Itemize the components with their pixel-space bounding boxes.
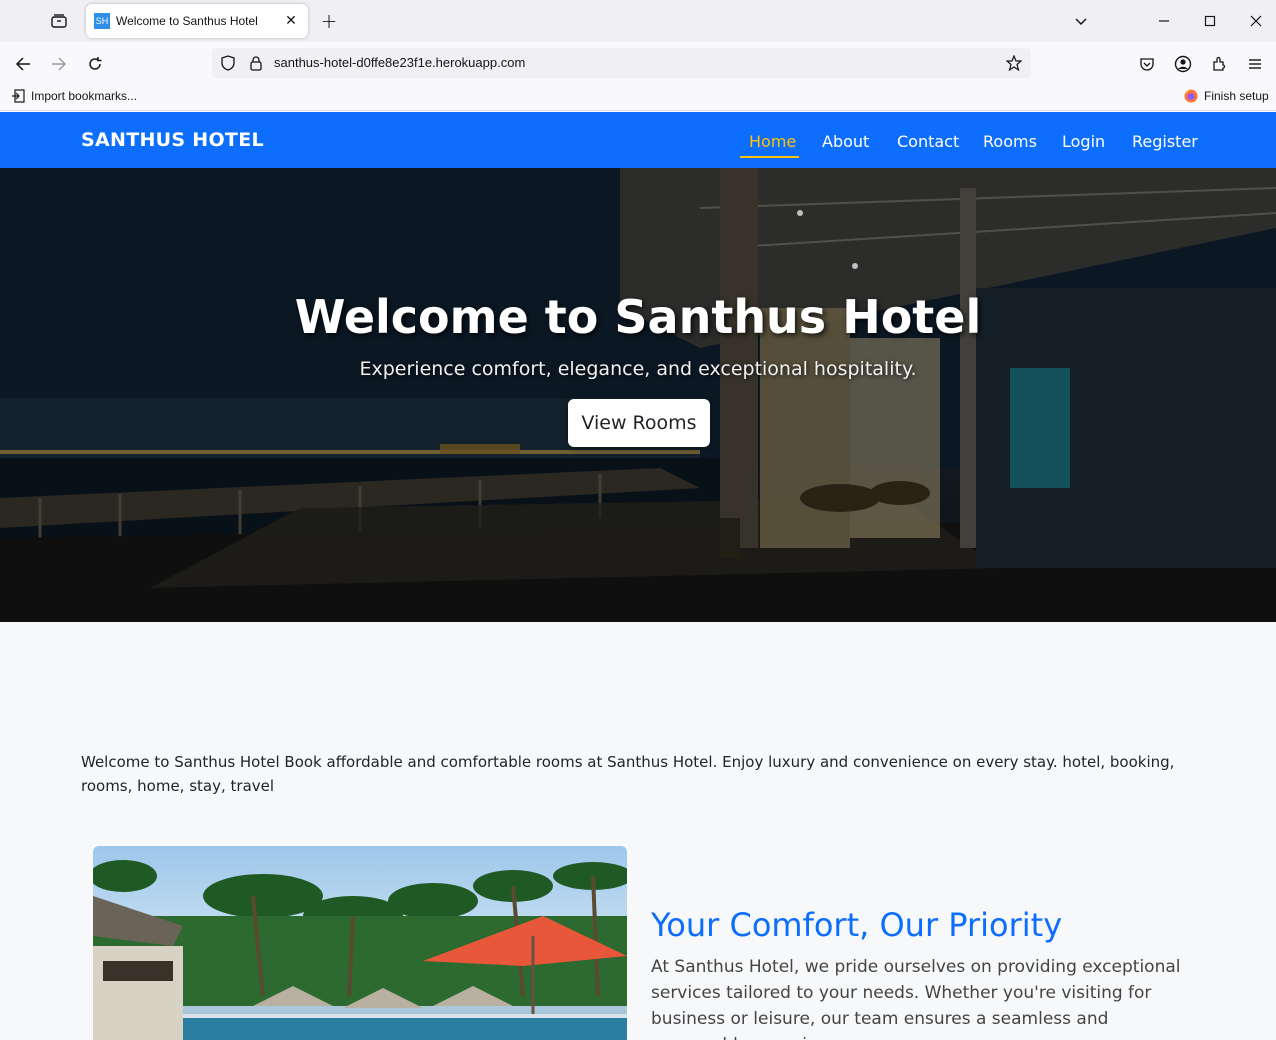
bookmark-star-icon[interactable] xyxy=(1006,55,1022,71)
close-window-icon[interactable] xyxy=(1241,6,1271,36)
tab-close-icon[interactable]: ✕ xyxy=(282,12,300,30)
maximize-icon[interactable] xyxy=(1195,6,1225,36)
hero-subtitle: Experience comfort, elegance, and except… xyxy=(359,358,917,380)
nav-link-rooms[interactable]: Rooms xyxy=(983,132,1037,151)
resort-photo xyxy=(93,846,627,1040)
url-bar[interactable]: santhus-hotel-d0ffe8e23f1e.herokuapp.com xyxy=(212,48,1031,78)
pocket-icon[interactable] xyxy=(1137,54,1157,74)
menu-hamburger-icon[interactable] xyxy=(1245,54,1265,74)
forward-icon[interactable] xyxy=(45,50,73,78)
nav-link-register[interactable]: Register xyxy=(1132,132,1198,151)
bookmarks-bar: Import bookmarks... Finish setup xyxy=(0,84,1276,111)
lock-icon[interactable] xyxy=(248,55,264,71)
url-text[interactable]: santhus-hotel-d0ffe8e23f1e.herokuapp.com xyxy=(274,55,525,70)
nav-link-home[interactable]: Home xyxy=(749,132,796,151)
hero-banner: Welcome to Santhus Hotel Experience comf… xyxy=(0,168,1276,622)
back-icon[interactable] xyxy=(9,50,37,78)
finish-setup-label: Finish setup xyxy=(1204,89,1269,103)
nav-link-login[interactable]: Login xyxy=(1062,132,1105,151)
extensions-icon[interactable] xyxy=(1209,54,1229,74)
import-bookmarks-link[interactable]: Import bookmarks... xyxy=(11,89,137,103)
site-navbar: SANTHUS HOTEL Home About Contact Rooms L… xyxy=(0,112,1276,168)
site-brand[interactable]: SANTHUS HOTEL xyxy=(81,129,264,151)
active-nav-indicator xyxy=(740,156,799,158)
site-favicon-icon: SH xyxy=(94,13,110,29)
firefox-icon xyxy=(1184,89,1198,103)
intro-text: Welcome to Santhus Hotel Book affordable… xyxy=(81,753,1175,795)
nav-link-about[interactable]: About xyxy=(822,132,869,151)
minimize-icon[interactable] xyxy=(1149,6,1179,36)
account-icon[interactable] xyxy=(1173,54,1193,74)
comfort-description: At Santhus Hotel, we pride ourselves on … xyxy=(651,957,1181,1040)
comfort-heading: Your Comfort, Our Priority xyxy=(651,906,1063,944)
chevron-down-icon[interactable] xyxy=(1070,10,1092,32)
resort-pool-image xyxy=(93,860,627,1040)
finish-setup-link[interactable]: Finish setup xyxy=(1184,89,1269,103)
tab-list-icon[interactable] xyxy=(46,9,72,33)
hero-background-image xyxy=(0,168,1276,622)
shield-icon[interactable] xyxy=(220,55,236,71)
hero-title: Welcome to Santhus Hotel xyxy=(294,290,982,344)
browser-tab[interactable]: SH Welcome to Santhus Hotel ✕ xyxy=(86,4,308,38)
import-bookmarks-label: Import bookmarks... xyxy=(31,89,138,103)
browser-titlebar: SH Welcome to Santhus Hotel ✕ + xyxy=(0,0,1276,42)
nav-link-contact[interactable]: Contact xyxy=(897,132,959,151)
new-tab-icon[interactable]: + xyxy=(318,9,340,33)
import-icon xyxy=(12,89,25,103)
tab-title: Welcome to Santhus Hotel xyxy=(116,14,258,28)
reload-icon[interactable] xyxy=(81,50,109,78)
view-rooms-button[interactable]: View Rooms xyxy=(568,399,710,447)
